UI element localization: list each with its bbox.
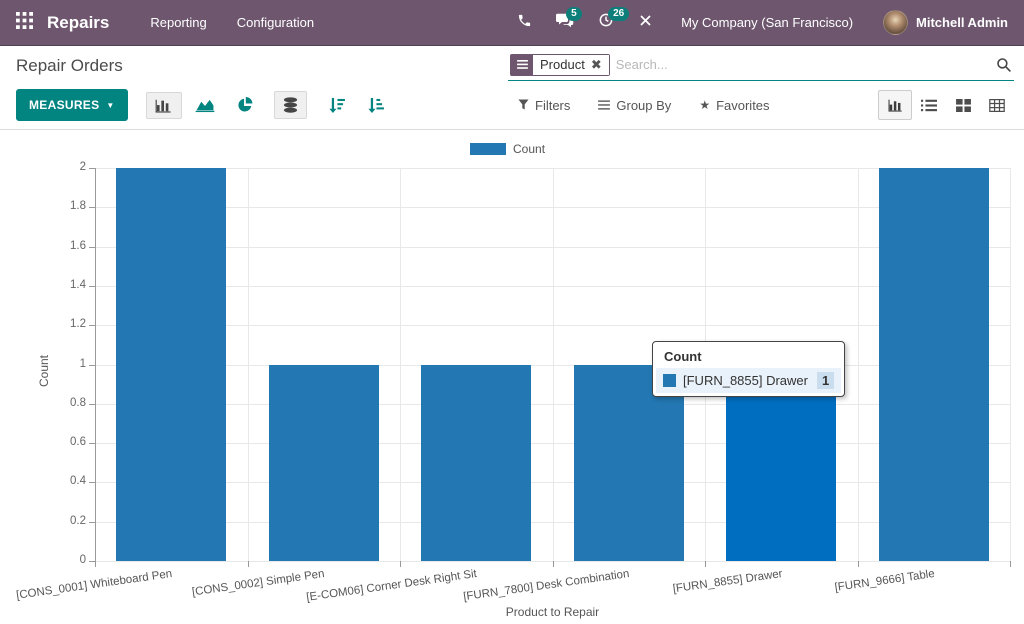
search-facet-product: Product ✖ — [510, 54, 610, 76]
groupby-label: Group By — [616, 98, 671, 113]
measures-button[interactable]: MEASURES ▼ — [16, 89, 128, 121]
y-tick-label: 0.6 — [46, 436, 86, 448]
x-axis-label: [FURN_9666] Table — [834, 568, 935, 594]
x-tick-mark — [858, 561, 859, 567]
y-tick-label: 1.4 — [46, 279, 86, 291]
tooltip-row: [FURN_8855] Drawer 1 — [656, 368, 841, 393]
favorites-label: Favorites — [716, 98, 769, 113]
user-menu[interactable]: Mitchell Admin — [869, 10, 1008, 35]
x-axis-label: [E-COM06] Corner Desk Right Sit — [306, 568, 478, 604]
x-tick-mark — [1010, 561, 1011, 567]
facet-label: Product — [540, 57, 585, 72]
sort-ascending-button[interactable] — [358, 92, 393, 119]
search-options: Filters Group By ★ Favorites — [518, 98, 770, 113]
tools-icon — [638, 13, 653, 33]
x-tick-mark — [248, 561, 249, 567]
x-tick-mark — [705, 561, 706, 567]
navbar-right: 5 26 My Company (San Francisco) Mitchell… — [505, 0, 1008, 46]
search-bar: Product ✖ — [508, 52, 1014, 81]
legend-label: Count — [513, 142, 545, 156]
tooltip-swatch — [663, 374, 676, 387]
filters-label: Filters — [535, 98, 570, 113]
phone-icon — [517, 13, 532, 33]
apps-menu-button[interactable] — [16, 12, 33, 34]
debug-tools-button[interactable] — [626, 0, 665, 46]
gridline-vertical — [858, 168, 859, 561]
line-chart-button[interactable] — [186, 92, 224, 119]
activities-button[interactable]: 26 — [586, 0, 626, 46]
y-tick-label: 0.8 — [46, 397, 86, 409]
chevron-down-icon: ▼ — [106, 101, 114, 110]
sort-descending-button[interactable] — [319, 92, 354, 119]
nav-menu-configuration[interactable]: Configuration — [222, 0, 329, 46]
groupby-lines-icon — [598, 98, 610, 113]
x-axis-label: [CONS_0001] Whiteboard Pen — [16, 568, 173, 602]
search-icon[interactable] — [996, 57, 1012, 73]
chart-tooltip: Count [FURN_8855] Drawer 1 — [652, 341, 845, 397]
gridline-vertical — [400, 168, 401, 561]
view-switcher — [878, 90, 1014, 120]
switch-pivot-view-button[interactable] — [980, 90, 1014, 120]
x-tick-mark — [553, 561, 554, 567]
bar-[CONS_0001] Whiteboard Pen[interactable] — [116, 168, 226, 561]
y-tick-label: 0.4 — [46, 475, 86, 487]
y-tick-label: 2 — [46, 161, 86, 173]
switch-kanban-view-button[interactable] — [946, 90, 980, 120]
messages-badge: 5 — [566, 7, 582, 21]
x-axis-title: Product to Repair — [95, 605, 1010, 619]
nav-menu-reporting[interactable]: Reporting — [135, 0, 221, 46]
measures-label: MEASURES — [29, 98, 99, 112]
stacked-toggle-button[interactable] — [274, 91, 307, 119]
y-axis-line — [95, 168, 96, 562]
y-tick-label: 1 — [46, 358, 86, 370]
x-tick-mark — [400, 561, 401, 567]
user-avatar — [883, 10, 908, 35]
bar-chart-button[interactable] — [146, 92, 182, 119]
favorites-menu[interactable]: ★ Favorites — [699, 98, 769, 113]
y-tick-label: 1.6 — [46, 240, 86, 252]
graph-view: Count Count Product to Repair Count [FUR… — [0, 130, 1024, 623]
y-tick-label: 0.2 — [46, 515, 86, 527]
page-title: Repair Orders — [16, 56, 508, 76]
tooltip-value: 1 — [817, 372, 834, 389]
x-axis-label: [FURN_8855] Drawer — [672, 568, 783, 595]
filter-funnel-icon — [518, 98, 529, 113]
groupby-menu[interactable]: Group By — [598, 98, 671, 113]
filters-menu[interactable]: Filters — [518, 98, 570, 113]
bar-[CONS_0002] Simple Pen[interactable] — [269, 365, 379, 562]
pie-chart-button[interactable] — [228, 91, 262, 119]
facet-body: Product ✖ — [533, 55, 609, 75]
y-tick-label: 1.2 — [46, 318, 86, 330]
switch-graph-view-button[interactable] — [878, 90, 912, 120]
legend-item-count[interactable]: Count — [470, 142, 545, 156]
gridline-vertical — [553, 168, 554, 561]
bar-[FURN_9666] Table[interactable] — [879, 168, 989, 561]
gridline-vertical — [1010, 168, 1011, 561]
x-axis-label: [FURN_7800] Desk Combination — [463, 568, 631, 603]
top-navbar: Repairs Reporting Configuration 5 26 My … — [0, 0, 1024, 46]
chart-type-toolbar — [138, 91, 393, 119]
gridline-vertical — [248, 168, 249, 561]
y-tick-label: 0 — [46, 554, 86, 566]
legend-swatch — [470, 143, 506, 155]
facet-remove-icon[interactable]: ✖ — [591, 58, 602, 71]
toolbar-row: MEASURES ▼ — [0, 86, 1024, 124]
tooltip-series-label: [FURN_8855] Drawer — [683, 373, 808, 388]
star-icon: ★ — [699, 98, 710, 112]
apps-grid-icon — [16, 12, 33, 34]
y-tick-label: 1.8 — [46, 200, 86, 212]
user-name: Mitchell Admin — [916, 15, 1008, 30]
switch-list-view-button[interactable] — [912, 90, 946, 120]
control-panel: Repair Orders Product ✖ MEASURES ▼ — [0, 46, 1024, 130]
voip-phone-button[interactable] — [505, 0, 544, 46]
app-title[interactable]: Repairs — [47, 13, 109, 33]
facet-groupby-icon — [511, 55, 533, 75]
search-input[interactable] — [610, 55, 996, 74]
bar-[E-COM06] Corner Desk Right Sit[interactable] — [421, 365, 531, 562]
tooltip-header: Count — [653, 342, 844, 368]
breadcrumb-row: Repair Orders Product ✖ — [0, 46, 1024, 86]
messages-button[interactable]: 5 — [544, 0, 586, 46]
company-switcher[interactable]: My Company (San Francisco) — [665, 15, 869, 30]
